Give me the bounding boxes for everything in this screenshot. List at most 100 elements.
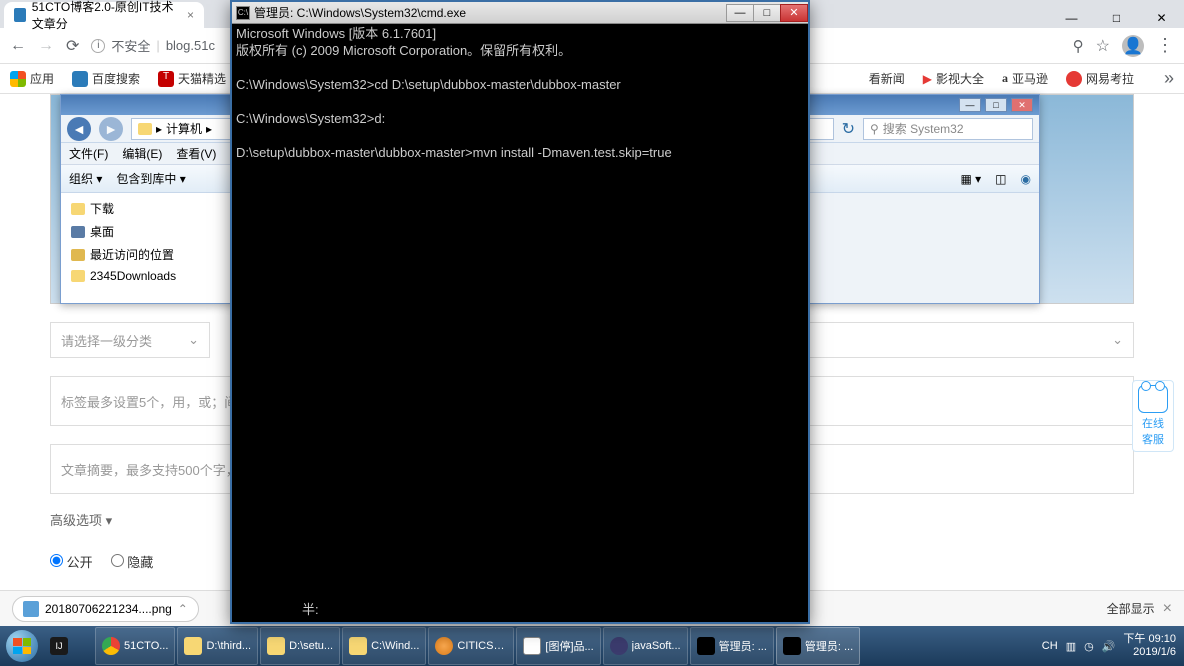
bookmark-baidu[interactable]: 百度搜索: [72, 70, 140, 87]
menu-file[interactable]: 文件(F): [69, 145, 108, 162]
explorer-close[interactable]: ✕: [1011, 98, 1033, 112]
nav-downloads[interactable]: 下载: [67, 197, 224, 220]
bear-icon: [1138, 385, 1168, 413]
explorer-maximize[interactable]: □: [985, 98, 1007, 112]
windows-logo-icon: [13, 638, 31, 654]
view-mode-icon[interactable]: ▦ ▾: [960, 172, 981, 186]
cmd-line: D:\setup\dubbox-master\dubbox-master>mvn…: [236, 145, 672, 160]
task-folder-3[interactable]: C:\Wind...: [342, 627, 426, 665]
toolbar-include[interactable]: 包含到库中 ▾: [116, 170, 185, 187]
bookmark-tmall[interactable]: T天猫精选: [158, 70, 226, 87]
tray-icon[interactable]: ▥: [1066, 640, 1076, 653]
nav-2345[interactable]: 2345Downloads: [67, 266, 224, 286]
star-icon[interactable]: ☆: [1096, 36, 1110, 56]
bookmark-kaola[interactable]: 网易考拉: [1066, 70, 1134, 87]
task-intellij[interactable]: IJ: [43, 627, 93, 665]
insecure-label: 不安全: [111, 36, 150, 55]
chevron-down-icon: ⌄: [188, 332, 199, 348]
task-citics[interactable]: CITICS I...: [428, 627, 514, 665]
window-controls: — □ ✕: [1049, 8, 1184, 28]
tray-icon[interactable]: 🔊: [1102, 640, 1116, 653]
close-shelf-icon[interactable]: ×: [1163, 600, 1172, 618]
search-icon[interactable]: ⚲: [1073, 37, 1084, 55]
reload-icon[interactable]: ⟳: [66, 36, 79, 56]
help-icon[interactable]: ◉: [1021, 172, 1031, 186]
bookmarks-overflow-icon[interactable]: »: [1164, 68, 1174, 89]
explorer-fwd-icon[interactable]: ►: [99, 117, 123, 141]
folder-icon: [71, 270, 85, 282]
preview-pane-icon[interactable]: ◫: [995, 172, 1006, 186]
task-image[interactable]: [图停]品...: [516, 627, 600, 665]
taskbar-clock[interactable]: 下午 09:10 2019/1/6: [1123, 633, 1176, 659]
profile-icon[interactable]: 👤: [1122, 35, 1144, 57]
radio-private[interactable]: 隐藏: [111, 552, 154, 571]
ime-indicator: 半:: [302, 602, 319, 618]
task-eclipse[interactable]: javaSoft...: [603, 627, 688, 665]
cmd-line: Microsoft Windows [版本 6.1.7601]: [236, 26, 436, 41]
system-tray: CH ▥ ◷ 🔊 下午 09:10 2019/1/6: [1042, 633, 1182, 659]
nav-recent[interactable]: 最近访问的位置: [67, 243, 224, 266]
folder-icon: [138, 123, 152, 135]
show-all-downloads[interactable]: 全部显示: [1107, 600, 1155, 617]
search-icon: ⚲: [870, 122, 879, 136]
download-item[interactable]: 20180706221234....png ⌃: [12, 596, 199, 622]
explorer-nav-pane: 下载 桌面 最近访问的位置 2345Downloads: [61, 193, 231, 303]
recent-icon: [71, 249, 85, 261]
cmd-line: 版权所有 (c) 2009 Microsoft Corporation。保留所有…: [236, 43, 571, 58]
customer-service-float[interactable]: 在线客服: [1132, 380, 1174, 452]
cmd-minimize[interactable]: —: [726, 4, 754, 22]
bookmark-news[interactable]: 看新闻: [869, 70, 905, 87]
info-icon[interactable]: i: [91, 39, 105, 53]
task-folder-1[interactable]: D:\third...: [177, 627, 258, 665]
cmd-title-text: 管理员: C:\Windows\System32\cmd.exe: [254, 4, 727, 21]
cmd-icon: C:\: [236, 6, 250, 20]
nav-desktop[interactable]: 桌面: [67, 220, 224, 243]
advanced-options-toggle[interactable]: 高级选项 ▾: [50, 510, 112, 529]
explorer-refresh-icon[interactable]: ↻: [842, 119, 855, 139]
folder-icon: [71, 203, 85, 215]
ime-indicator[interactable]: CH: [1042, 640, 1058, 652]
category2-select[interactable]: 类⌄: [784, 322, 1134, 358]
back-icon[interactable]: ←: [10, 37, 26, 55]
image-file-icon: [23, 601, 39, 617]
explorer-back-icon[interactable]: ◄: [67, 117, 91, 141]
cmd-output[interactable]: Microsoft Windows [版本 6.1.7601] 版权所有 (c)…: [232, 24, 808, 622]
toolbar-organize[interactable]: 组织 ▾: [69, 170, 102, 187]
explorer-search[interactable]: ⚲搜索 System32: [863, 118, 1033, 140]
cmd-maximize[interactable]: □: [753, 4, 781, 22]
bookmark-video[interactable]: ▶影视大全: [923, 70, 984, 87]
apps-shortcut[interactable]: 应用: [10, 70, 54, 87]
menu-view[interactable]: 查看(V): [176, 145, 216, 162]
tray-icon[interactable]: ◷: [1084, 640, 1094, 653]
cmd-line: C:\Windows\System32>cd D:\setup\dubbox-m…: [236, 77, 621, 92]
minimize-button[interactable]: —: [1049, 8, 1094, 28]
task-cmd-1[interactable]: 管理员: ...: [690, 627, 774, 665]
chevron-down-icon: ⌄: [1112, 332, 1123, 348]
taskbar: IJ 51CTO... D:\third... D:\setu... C:\Wi…: [0, 626, 1184, 666]
menu-icon[interactable]: ⋮: [1156, 35, 1174, 56]
start-button[interactable]: [2, 626, 42, 666]
chevron-up-icon[interactable]: ⌃: [178, 602, 188, 616]
tab-title: 51CTO博客2.0-原创IT技术文章分: [32, 0, 181, 32]
close-tab-icon[interactable]: ×: [187, 8, 194, 22]
radio-public[interactable]: 公开: [50, 552, 93, 571]
desktop-icon: [71, 226, 85, 238]
category-select[interactable]: 请选择一级分类⌄: [50, 322, 210, 358]
task-chrome[interactable]: 51CTO...: [95, 627, 175, 665]
cmd-window: C:\ 管理员: C:\Windows\System32\cmd.exe — □…: [230, 0, 810, 624]
forward-icon[interactable]: →: [38, 37, 54, 55]
browser-tab[interactable]: 51CTO博客2.0-原创IT技术文章分 ×: [4, 2, 204, 28]
task-folder-2[interactable]: D:\setu...: [260, 627, 340, 665]
task-cmd-2[interactable]: 管理员: ...: [776, 627, 860, 665]
cmd-line: C:\Windows\System32>d:: [236, 111, 385, 126]
close-button[interactable]: ✕: [1139, 8, 1184, 28]
bookmark-amazon[interactable]: a亚马逊: [1002, 70, 1048, 87]
cmd-close[interactable]: ✕: [780, 4, 808, 22]
menu-edit[interactable]: 编辑(E): [122, 145, 162, 162]
explorer-minimize[interactable]: —: [959, 98, 981, 112]
download-filename: 20180706221234....png: [45, 602, 172, 616]
tab-favicon: [14, 8, 26, 22]
cmd-titlebar[interactable]: C:\ 管理员: C:\Windows\System32\cmd.exe — □…: [232, 2, 808, 24]
address-bar[interactable]: i 不安全 | blog.51c: [91, 36, 215, 55]
maximize-button[interactable]: □: [1094, 8, 1139, 28]
